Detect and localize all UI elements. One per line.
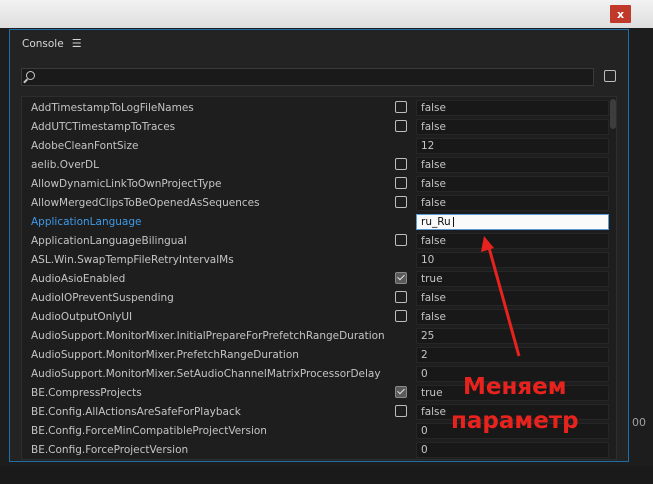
property-checkbox[interactable] <box>395 386 407 398</box>
property-value-field[interactable]: ru_Ru <box>416 214 609 230</box>
side-label: 00 <box>632 416 646 429</box>
property-value-field[interactable]: 25 <box>416 328 609 344</box>
property-value-field[interactable]: 12 <box>416 138 609 154</box>
property-value-field[interactable]: 0 <box>416 442 609 458</box>
list-item[interactable]: AddTimestampToLogFileNames false <box>22 99 616 118</box>
property-value-field[interactable]: true <box>416 271 609 287</box>
hamburger-icon[interactable]: ☰ <box>72 37 82 50</box>
list-item[interactable]: AudioAsioEnabled true <box>22 270 616 289</box>
property-name: ApplicationLanguage <box>31 216 142 228</box>
property-name: AudioSupport.MonitorMixer.PrefetchRangeD… <box>31 349 299 361</box>
list-item[interactable]: aelib.OverDL false <box>22 156 616 175</box>
property-value-field[interactable]: false <box>416 157 609 173</box>
property-name: BE.Config.ForceMinCompatibleProjectVersi… <box>31 425 267 437</box>
property-name: ASL.Win.SwapTempFileRetryIntervalMs <box>31 254 234 266</box>
property-checkbox[interactable] <box>395 101 407 113</box>
property-name: AdobeCleanFontSize <box>31 140 139 152</box>
property-value-field[interactable]: 2 <box>416 347 609 363</box>
property-value-field[interactable]: 10 <box>416 252 609 268</box>
property-name: AudioAsioEnabled <box>31 273 126 285</box>
property-name: ApplicationLanguageBilingual <box>31 235 187 247</box>
list-item[interactable]: ApplicationLanguage ru_Ru <box>22 213 616 232</box>
panel-header: Console ☰ <box>22 37 82 50</box>
property-name: aelib.OverDL <box>31 159 99 171</box>
close-button[interactable]: x <box>610 5 631 23</box>
list-item[interactable]: BE.Config.ForceProjectVersion 0 <box>22 441 616 459</box>
property-value-field[interactable]: false <box>416 233 609 249</box>
property-name: AllowDynamicLinkToOwnProjectType <box>31 178 222 190</box>
list-item[interactable]: AudioOutputOnlyUI false <box>22 308 616 327</box>
property-checkbox[interactable] <box>395 158 407 170</box>
list-item[interactable]: AdobeCleanFontSize 12 <box>22 137 616 156</box>
property-name: AllowMergedClipsToBeOpenedAsSequences <box>31 197 260 209</box>
panel-title: Console <box>22 37 64 50</box>
property-checkbox[interactable] <box>395 120 407 132</box>
property-value-field[interactable]: false <box>416 100 609 116</box>
scroll-thumb[interactable] <box>610 99 616 129</box>
list-item[interactable]: AllowDynamicLinkToOwnProjectType false <box>22 175 616 194</box>
list-item[interactable]: AddUTCTimestampToTraces false <box>22 118 616 137</box>
property-name: AudioIOPreventSuspending <box>31 292 174 304</box>
property-checkbox[interactable] <box>395 405 407 417</box>
property-checkbox[interactable] <box>395 272 407 284</box>
property-checkbox[interactable] <box>395 196 407 208</box>
search-option-checkbox[interactable] <box>604 70 616 82</box>
top-strip: x <box>0 0 653 28</box>
property-name: AddTimestampToLogFileNames <box>31 102 194 114</box>
list-item[interactable]: AudioSupport.MonitorMixer.PrefetchRangeD… <box>22 346 616 365</box>
bottom-bar <box>0 466 653 484</box>
list-item[interactable]: ApplicationLanguageBilingual false <box>22 232 616 251</box>
property-name: BE.Config.AllActionsAreSafeForPlayback <box>31 406 241 418</box>
property-checkbox[interactable] <box>395 234 407 246</box>
property-name: AddUTCTimestampToTraces <box>31 121 176 133</box>
property-name: BE.Config.ForceProjectVersion <box>31 444 189 456</box>
property-name: AudioOutputOnlyUI <box>31 311 133 323</box>
property-value-field[interactable]: false <box>416 309 609 325</box>
search-input[interactable] <box>21 68 594 86</box>
property-name: BE.CompressProjects <box>31 387 142 399</box>
property-name: AudioSupport.MonitorMixer.InitialPrepare… <box>31 330 385 342</box>
annotation-line-1: Меняем <box>463 374 567 400</box>
property-checkbox[interactable] <box>395 291 407 303</box>
property-value-field[interactable]: false <box>416 195 609 211</box>
annotation-line-2: параметр <box>451 408 579 434</box>
list-item[interactable]: ASL.Win.SwapTempFileRetryIntervalMs 10 <box>22 251 616 270</box>
property-checkbox[interactable] <box>395 177 407 189</box>
scrollbar[interactable] <box>610 97 616 459</box>
list-item[interactable]: AudioSupport.MonitorMixer.InitialPrepare… <box>22 327 616 346</box>
list-item[interactable]: AllowMergedClipsToBeOpenedAsSequences fal… <box>22 194 616 213</box>
property-value-field[interactable]: false <box>416 119 609 135</box>
property-value-field[interactable]: false <box>416 290 609 306</box>
property-checkbox[interactable] <box>395 310 407 322</box>
annotation-text: Меняем параметр <box>451 370 579 438</box>
property-name: AudioSupport.MonitorMixer.SetAudioChanne… <box>31 368 381 380</box>
search-icon <box>26 71 35 80</box>
close-icon: x <box>616 7 625 21</box>
property-value-field[interactable]: false <box>416 176 609 192</box>
list-item[interactable]: AudioIOPreventSuspending false <box>22 289 616 308</box>
